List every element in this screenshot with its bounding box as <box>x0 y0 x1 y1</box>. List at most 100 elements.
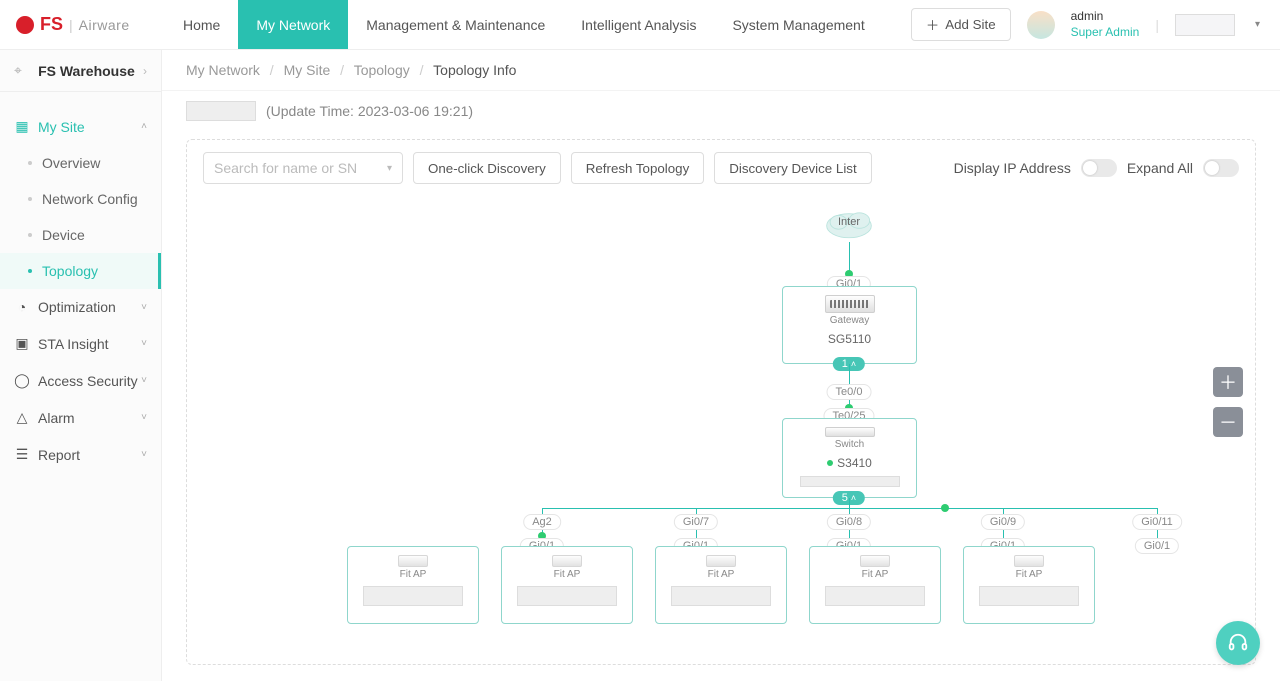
menu-sta-insight[interactable]: ▣ STA Insight ˅ <box>0 325 161 362</box>
crumb-sep: / <box>420 62 424 78</box>
internet-label: Inter <box>822 216 877 228</box>
gateway-node[interactable]: Gateway SG5110 <box>782 286 917 364</box>
port-label: Gi0/11 <box>1132 514 1182 530</box>
brand-logo: FS | Airware <box>0 14 165 35</box>
placeholder-box <box>363 586 463 606</box>
report-icon: ☰ <box>14 446 30 463</box>
headset-icon <box>1227 632 1249 654</box>
shield-icon: ◯ <box>14 372 30 389</box>
chevron-down-icon: ˅ <box>141 412 147 423</box>
chevron-down-icon: ˅ <box>141 375 147 386</box>
add-site-button[interactable]: ＋ Add Site <box>911 8 1011 41</box>
menu-my-site-label: My Site <box>38 119 141 135</box>
crumb-my-network[interactable]: My Network <box>186 62 260 78</box>
expand-all-toggle[interactable] <box>1203 159 1239 177</box>
crumb-topology[interactable]: Topology <box>354 62 410 78</box>
discovery-device-list-button[interactable]: Discovery Device List <box>714 152 871 184</box>
placeholder-box <box>979 586 1079 606</box>
nav-home[interactable]: Home <box>165 0 238 49</box>
main-nav: Home My Network Management & Maintenance… <box>165 0 883 49</box>
nav-management-maintenance[interactable]: Management & Maintenance <box>348 0 563 49</box>
submenu-my-site: Overview Network Config Device Topology <box>0 145 161 289</box>
site-icon: ▦ <box>14 118 30 135</box>
crumb-sep: / <box>270 62 274 78</box>
chevron-down-icon: ˅ <box>141 449 147 460</box>
insight-icon: ▣ <box>14 335 30 352</box>
chevron-down-icon: ▾ <box>387 163 392 174</box>
gateway-icon <box>825 295 875 313</box>
avatar[interactable] <box>1027 11 1055 39</box>
placeholder-box <box>671 586 771 606</box>
submenu-topology[interactable]: Topology <box>0 253 161 289</box>
nav-system-management[interactable]: System Management <box>714 0 882 49</box>
ap-node[interactable]: Fit AP <box>347 546 479 624</box>
refresh-topology-button[interactable]: Refresh Topology <box>571 152 704 184</box>
nav-my-network[interactable]: My Network <box>238 0 348 49</box>
user-role: Super Admin <box>1071 25 1140 41</box>
chevron-down-icon: ˅ <box>141 302 147 313</box>
switch-node[interactable]: Switch S3410 <box>782 418 917 498</box>
ap-node[interactable]: Fit AP <box>963 546 1095 624</box>
ap-icon <box>552 555 582 567</box>
switch-name-text: S3410 <box>837 456 872 470</box>
ap-type: Fit AP <box>708 569 735 580</box>
menu-alarm[interactable]: △ Alarm ˅ <box>0 399 161 436</box>
top-nav: FS | Airware Home My Network Management … <box>0 0 1280 50</box>
pin-icon: ⌖ <box>14 62 22 79</box>
user-box: admin Super Admin <box>1071 9 1140 40</box>
port-label: Te0/0 <box>827 384 872 400</box>
chevron-down-icon[interactable]: ▾ <box>1255 19 1260 30</box>
nav-intelligent-analysis[interactable]: Intelligent Analysis <box>563 0 714 49</box>
chevron-up-icon: ˄ <box>851 493 856 503</box>
menu-access-security-label: Access Security <box>38 373 141 389</box>
menu-access-security[interactable]: ◯ Access Security ˅ <box>0 362 161 399</box>
update-row: (Update Time: 2023-03-06 19:21) <box>162 91 1280 131</box>
switch-type: Switch <box>835 439 864 450</box>
crumb-my-site[interactable]: My Site <box>284 62 331 78</box>
port-label: Ag2 <box>523 514 561 530</box>
org-select[interactable] <box>1175 14 1235 36</box>
alarm-icon: △ <box>14 409 30 426</box>
menu-optimization[interactable]: ◔ Optimization ˅ <box>0 289 161 325</box>
port-label: Gi0/9 <box>981 514 1025 530</box>
display-ip-toggle[interactable] <box>1081 159 1117 177</box>
status-dot <box>827 460 833 466</box>
search-input[interactable]: Search for name or SN ▾ <box>203 152 403 184</box>
topbar-divider: | <box>1155 17 1159 33</box>
topology-diagram: Inter Gi0/1 Gateway SG5110 1˄ Te0/0 Te0/… <box>187 196 1255 664</box>
brand-divider: | <box>69 17 73 33</box>
ap-node[interactable]: Fit AP <box>809 546 941 624</box>
gauge-icon: ◔ <box>14 299 30 315</box>
badge-value: 5 <box>842 492 848 504</box>
internet-node[interactable]: Inter <box>822 204 877 244</box>
placeholder-box <box>825 586 925 606</box>
gateway-name: SG5110 <box>828 332 871 346</box>
menu-my-site[interactable]: ▦ My Site ˄ <box>0 108 161 145</box>
chevron-up-icon: ˄ <box>141 121 147 132</box>
ap-icon <box>398 555 428 567</box>
topbar-right: ＋ Add Site admin Super Admin | ▾ <box>911 8 1280 41</box>
brand-airware: Airware <box>79 17 130 33</box>
username: admin <box>1071 9 1140 25</box>
ap-node[interactable]: Fit AP <box>655 546 787 624</box>
ap-type: Fit AP <box>554 569 581 580</box>
menu-alarm-label: Alarm <box>38 410 141 426</box>
submenu-device[interactable]: Device <box>0 217 161 253</box>
topology-canvas[interactable]: Search for name or SN ▾ One-click Discov… <box>186 139 1256 665</box>
support-chat-button[interactable] <box>1216 621 1260 665</box>
ap-node[interactable]: Fit AP <box>501 546 633 624</box>
switch-icon <box>825 427 875 437</box>
crumb-sep: / <box>340 62 344 78</box>
submenu-network-config[interactable]: Network Config <box>0 181 161 217</box>
placeholder-box <box>517 586 617 606</box>
submenu-overview[interactable]: Overview <box>0 145 161 181</box>
chevron-up-icon: ˄ <box>851 359 856 369</box>
gateway-type: Gateway <box>830 315 869 326</box>
one-click-discovery-button[interactable]: One-click Discovery <box>413 152 561 184</box>
menu-optimization-label: Optimization <box>38 299 141 315</box>
menu-report[interactable]: ☰ Report ˅ <box>0 436 161 473</box>
site-selector[interactable]: ⌖ FS Warehouse › <box>0 50 161 92</box>
crumb-topology-info: Topology Info <box>433 62 516 78</box>
link <box>849 498 850 508</box>
chevron-down-icon: ˅ <box>141 338 147 349</box>
